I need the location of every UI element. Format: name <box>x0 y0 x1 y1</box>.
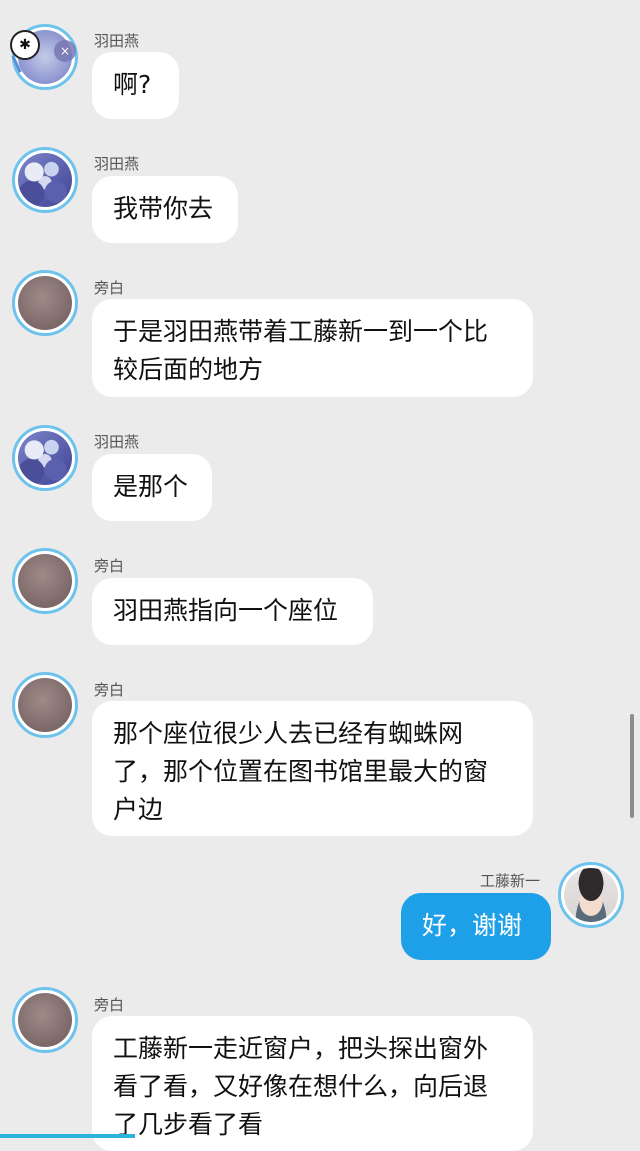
narrator-avatar[interactable] <box>12 987 78 1053</box>
yutian-avatar[interactable] <box>12 147 78 213</box>
speaker-name: 羽田燕 <box>94 433 140 451</box>
narrator-avatar[interactable] <box>12 270 78 336</box>
message-bubble[interactable]: 工藤新一走近窗户，把头探出窗外看了看，又好像在想什么，向后退了几步看了看 <box>92 1016 533 1151</box>
message-bubble[interactable]: 是那个 <box>92 454 212 521</box>
scrollbar[interactable] <box>630 714 634 818</box>
narrator-avatar[interactable] <box>12 548 78 614</box>
kudo-avatar[interactable] <box>558 862 624 928</box>
speaker-name: 旁白 <box>94 279 125 297</box>
message-bubble[interactable]: 好，谢谢 <box>401 893 551 960</box>
progress-indicator <box>0 1134 135 1138</box>
close-icon[interactable]: × <box>54 40 76 62</box>
yutian-avatar[interactable] <box>12 425 78 491</box>
speaker-name: 旁白 <box>94 681 125 699</box>
speaker-name: 工藤新一 <box>480 872 541 890</box>
message-bubble[interactable]: 羽田燕指向一个座位 <box>92 578 373 645</box>
speaker-name: 旁白 <box>94 557 125 575</box>
message-bubble[interactable]: 我带你去 <box>92 176 238 243</box>
narrator-avatar[interactable] <box>12 672 78 738</box>
message-bubble[interactable]: 啊? <box>92 52 179 119</box>
speaker-name: 羽田燕 <box>94 32 140 50</box>
message-bubble[interactable]: 于是羽田燕带着工藤新一到一个比较后面的地方 <box>92 299 533 397</box>
speaker-name: 羽田燕 <box>94 155 140 173</box>
speaker-name: 旁白 <box>94 996 125 1014</box>
message-bubble[interactable]: 那个座位很少人去已经有蜘蛛网了，那个位置在图书馆里最大的窗户边 <box>92 701 533 836</box>
